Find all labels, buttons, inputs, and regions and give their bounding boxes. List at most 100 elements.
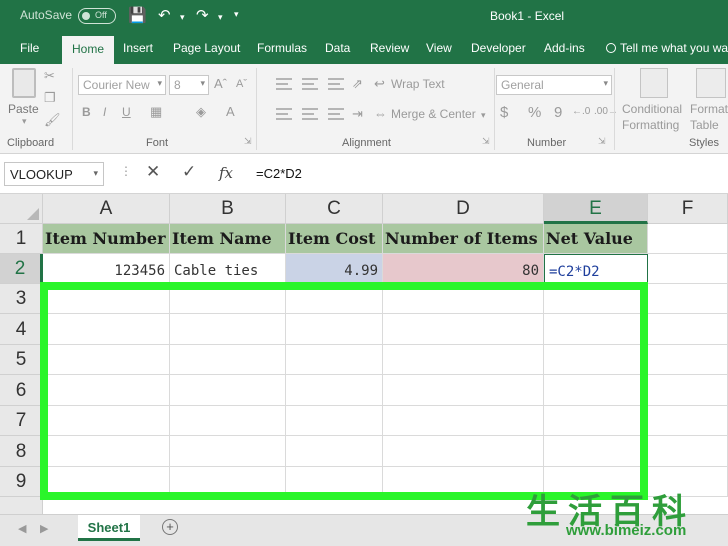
- cell-f8[interactable]: [648, 436, 728, 467]
- cell-d1[interactable]: Number of Items: [383, 224, 544, 254]
- merge-center-button[interactable]: Merge & Center: [391, 107, 476, 121]
- number-format-select[interactable]: General ▾: [496, 75, 612, 95]
- cell-c6[interactable]: [286, 375, 383, 406]
- column-header-a[interactable]: A: [43, 194, 170, 224]
- cell-a5[interactable]: [43, 345, 170, 375]
- undo-icon[interactable]: ↶: [158, 6, 171, 24]
- cell-e6[interactable]: [544, 375, 648, 406]
- conditional-formatting-icon[interactable]: [640, 68, 668, 98]
- number-dialog-launcher-icon[interactable]: ⇲: [598, 136, 606, 147]
- row-header-1[interactable]: 1: [0, 224, 43, 254]
- cell-e4[interactable]: [544, 314, 648, 345]
- format-as-table-button[interactable]: Format as Table: [690, 101, 728, 133]
- autosave-toggle[interactable]: Off: [78, 8, 116, 24]
- cell-f1[interactable]: [648, 224, 728, 254]
- cell-d5[interactable]: [383, 345, 544, 375]
- save-icon[interactable]: 💾: [128, 6, 147, 24]
- fill-color-icon[interactable]: ◈: [196, 104, 206, 120]
- prev-sheet-icon[interactable]: ◀: [18, 522, 26, 535]
- cancel-icon[interactable]: ✕: [146, 162, 160, 182]
- align-right-icon[interactable]: [328, 108, 344, 120]
- row-header-5[interactable]: 5: [0, 345, 43, 375]
- cell-b4[interactable]: [170, 314, 286, 345]
- cell-b9[interactable]: [170, 467, 286, 497]
- copy-icon[interactable]: ❐: [44, 90, 56, 106]
- cell-d6[interactable]: [383, 375, 544, 406]
- row-header-8[interactable]: 8: [0, 436, 43, 467]
- cell-e9[interactable]: [544, 467, 648, 497]
- cell-f7[interactable]: [648, 406, 728, 436]
- cell-c4[interactable]: [286, 314, 383, 345]
- cell-f9[interactable]: [648, 467, 728, 497]
- row-header-6[interactable]: 6: [0, 375, 43, 406]
- align-left-icon[interactable]: [276, 108, 292, 120]
- cell-f6[interactable]: [648, 375, 728, 406]
- cell-b7[interactable]: [170, 406, 286, 436]
- cell-d4[interactable]: [383, 314, 544, 345]
- conditional-formatting-button[interactable]: Conditional Formatting: [622, 101, 686, 133]
- cell-e5[interactable]: [544, 345, 648, 375]
- undo-dropdown-icon[interactable]: ▾: [180, 12, 185, 23]
- cell-a8[interactable]: [43, 436, 170, 467]
- format-as-table-icon[interactable]: [696, 68, 726, 98]
- cell-e3[interactable]: [544, 284, 648, 314]
- cell-e8[interactable]: [544, 436, 648, 467]
- cell-f2[interactable]: [648, 254, 728, 284]
- orientation-icon[interactable]: ⇗: [352, 76, 363, 92]
- cell-c1[interactable]: Item Cost: [286, 224, 383, 254]
- borders-icon[interactable]: ▦: [150, 104, 162, 120]
- cell-c5[interactable]: [286, 345, 383, 375]
- comma-button[interactable]: 9: [554, 104, 562, 121]
- column-header-e[interactable]: E: [544, 194, 648, 224]
- alignment-dialog-launcher-icon[interactable]: ⇲: [482, 136, 490, 147]
- insert-function-icon[interactable]: fx: [219, 164, 233, 182]
- wrap-text-button[interactable]: Wrap Text: [391, 77, 445, 91]
- next-sheet-icon[interactable]: ▶: [40, 522, 48, 535]
- increase-decimal-icon[interactable]: ←.0: [572, 106, 590, 117]
- tab-file[interactable]: File: [20, 41, 39, 55]
- cell-a1[interactable]: Item Number: [43, 224, 170, 254]
- cell-d7[interactable]: [383, 406, 544, 436]
- customize-qat-icon[interactable]: ▾: [234, 9, 239, 20]
- tab-data[interactable]: Data: [325, 41, 350, 55]
- cell-b8[interactable]: [170, 436, 286, 467]
- select-all-button[interactable]: [0, 194, 43, 224]
- cell-d3[interactable]: [383, 284, 544, 314]
- tab-page-layout[interactable]: Page Layout: [173, 41, 240, 55]
- tab-add-ins[interactable]: Add-ins: [544, 41, 585, 55]
- column-header-f[interactable]: F: [648, 194, 728, 224]
- underline-button[interactable]: U: [122, 105, 131, 119]
- tab-review[interactable]: Review: [370, 41, 409, 55]
- row-header-7[interactable]: 7: [0, 406, 43, 436]
- cell-a3[interactable]: [43, 284, 170, 314]
- cell-b3[interactable]: [170, 284, 286, 314]
- tell-me-search[interactable]: Tell me what you wa: [606, 41, 728, 55]
- tab-formulas[interactable]: Formulas: [257, 41, 307, 55]
- cut-icon[interactable]: ✂: [44, 68, 55, 84]
- cell-c7[interactable]: [286, 406, 383, 436]
- enter-icon[interactable]: ✓: [182, 162, 196, 182]
- name-box[interactable]: VLOOKUP ▾: [4, 162, 104, 186]
- bold-button[interactable]: B: [82, 105, 91, 119]
- font-color-icon[interactable]: A: [226, 104, 235, 119]
- cell-a9[interactable]: [43, 467, 170, 497]
- font-size-select[interactable]: 8 ▾: [169, 75, 209, 95]
- cell-c3[interactable]: [286, 284, 383, 314]
- cell-c9[interactable]: [286, 467, 383, 497]
- column-header-d[interactable]: D: [383, 194, 544, 224]
- row-header-3[interactable]: 3: [0, 284, 43, 314]
- row-header-4[interactable]: 4: [0, 314, 43, 345]
- merge-center-icon[interactable]: ⇔: [374, 106, 387, 121]
- currency-button[interactable]: $: [500, 104, 508, 121]
- tab-view[interactable]: View: [426, 41, 452, 55]
- cell-b1[interactable]: Item Name: [170, 224, 286, 254]
- tab-developer[interactable]: Developer: [471, 41, 526, 55]
- formula-input[interactable]: =C2*D2: [256, 166, 302, 181]
- cell-f5[interactable]: [648, 345, 728, 375]
- row-header-2[interactable]: 2: [0, 254, 43, 284]
- tab-home[interactable]: Home: [62, 36, 115, 64]
- column-header-b[interactable]: B: [170, 194, 286, 224]
- font-dialog-launcher-icon[interactable]: ⇲: [244, 136, 252, 147]
- paste-button[interactable]: Paste: [8, 102, 39, 116]
- cell-b2[interactable]: Cable ties: [170, 254, 286, 284]
